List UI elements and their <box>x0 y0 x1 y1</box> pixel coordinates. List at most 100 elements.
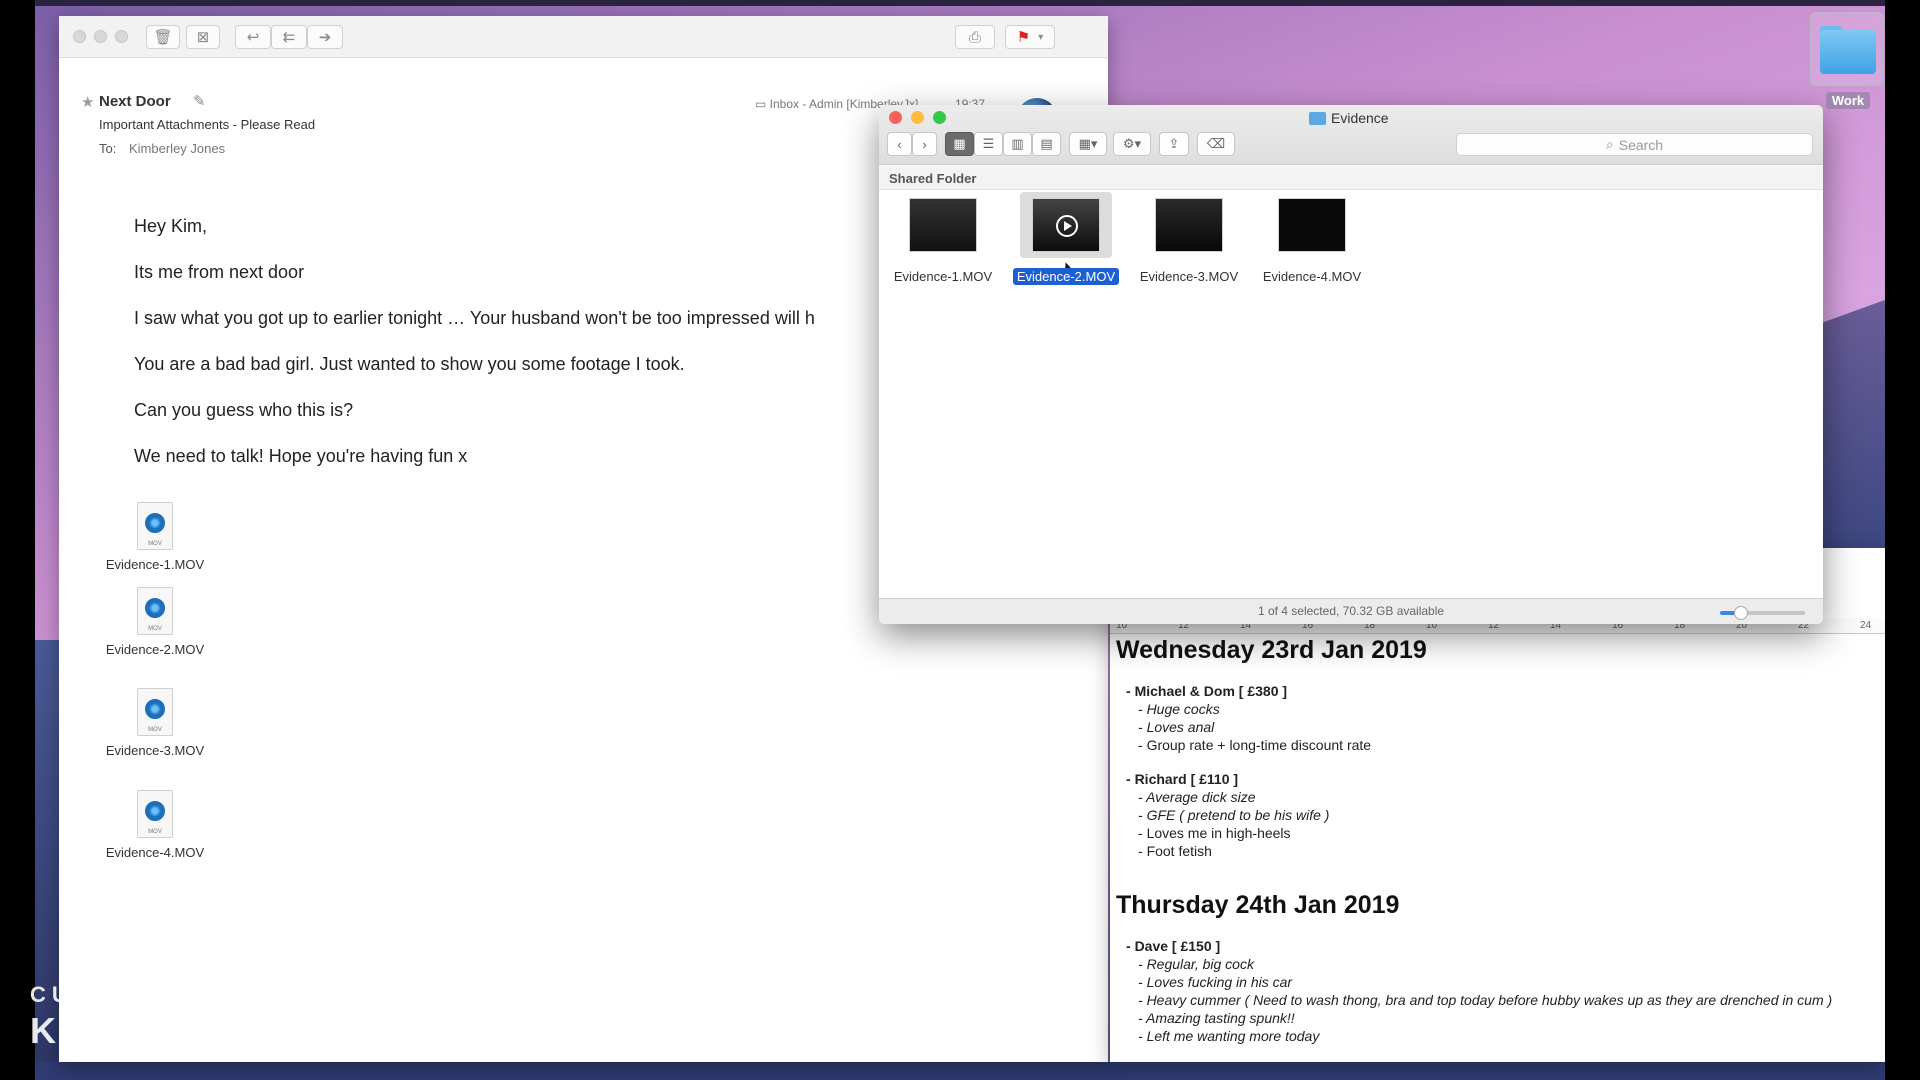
folder-icon <box>1309 111 1326 125</box>
entry-line-text: Regular, big cock <box>1146 956 1254 972</box>
file-item-evidence-2[interactable]: Evidence-2.MOV <box>1006 192 1126 286</box>
close-button[interactable] <box>889 111 902 124</box>
entry-line-text: Loves fucking in his car <box>1146 974 1293 990</box>
quicktime-icon: MOV <box>137 688 173 736</box>
attachment-evidence-2[interactable]: MOV Evidence-2.MOV <box>100 587 210 658</box>
back-icon: ‹ <box>897 136 902 152</box>
reply-icon: ↩ <box>246 29 260 46</box>
icon-view-icon: ▦ <box>953 136 966 151</box>
minimize-button[interactable] <box>911 111 924 124</box>
reply-all-button[interactable]: ⇇ <box>271 25 307 49</box>
junk-button[interactable]: ⊠ <box>186 25 220 49</box>
entry-heading: - Richard [ £110 ] <box>1126 771 1239 787</box>
mail-window-controls <box>73 30 128 43</box>
entry-line-text: GFE ( pretend to be his wife ) <box>1146 807 1330 823</box>
file-name: Evidence-3.MOV <box>1139 269 1239 284</box>
chevron-down-icon: ▾ <box>1038 31 1044 43</box>
quicktime-icon: MOV <box>137 790 173 838</box>
attachment-icon: ✎ <box>193 93 206 110</box>
maximize-button[interactable] <box>115 30 128 43</box>
file-item-evidence-4[interactable]: Evidence-4.MOV <box>1252 198 1372 286</box>
star-icon[interactable]: ★ <box>81 93 94 111</box>
mov-badge: MOV <box>148 829 162 835</box>
search-input[interactable]: ⌕ Search <box>1456 133 1813 156</box>
list-view-button[interactable]: ☰ <box>974 132 1003 156</box>
entry-line: - Regular, big cock <box>1138 956 1254 972</box>
entry-line: - Huge cocks <box>1138 701 1220 717</box>
gear-icon: ⚙▾ <box>1122 136 1142 151</box>
entry-line-text: Heavy cummer ( Need to wash thong, bra a… <box>1146 992 1833 1008</box>
group-button[interactable]: ▦▾ <box>1069 132 1107 156</box>
entry-heading: - Michael & Dom [ £380 ] <box>1126 683 1288 699</box>
attachment-evidence-4[interactable]: MOV Evidence-4.MOV <box>100 790 210 861</box>
finder-toolbar: Evidence ‹ › ▦ ☰ ▥ ▤ ▦▾ ⚙▾ ⇪ ⌫ ⌕ Search <box>879 105 1823 165</box>
icon-view-button[interactable]: ▦ <box>945 132 974 156</box>
entry-line: - Average dick size <box>1138 789 1256 805</box>
file-name: Evidence-1.MOV <box>893 269 993 284</box>
close-button[interactable] <box>73 30 86 43</box>
desktop: 🗑 ⊠ ↩ ⇇ ➔ ⎙ ⚑ ▾ ★ Next Door ✎ Important … <box>35 0 1885 1080</box>
share-icon: ⇪ <box>1168 136 1180 151</box>
video-thumbnail <box>1032 198 1100 252</box>
entry-heading-text: Dave [ £150 ] <box>1134 938 1221 954</box>
print-icon: ⎙ <box>968 28 981 46</box>
quicktime-icon: MOV <box>137 587 173 635</box>
flag-button[interactable]: ⚑ ▾ <box>1005 25 1055 49</box>
watermark-line2: KIMBERLEYJX <box>30 1010 331 1051</box>
tag-button[interactable]: ⌫ <box>1197 132 1235 156</box>
watermark: CUSTOM VIDEO BY KIMBERLEYJX <box>30 982 330 1052</box>
finder-title: Evidence <box>1309 110 1389 126</box>
file-item-evidence-1[interactable]: Evidence-1.MOV <box>883 198 1003 286</box>
minimize-button[interactable] <box>94 30 107 43</box>
desktop-folder-work[interactable]: Work <box>1810 12 1885 110</box>
reply-all-icon: ⇇ <box>282 29 296 46</box>
play-icon[interactable] <box>1056 215 1078 237</box>
finder-window-controls <box>889 111 946 124</box>
video-thumbnail <box>909 198 977 252</box>
message-subject: Important Attachments - Please Read <box>99 117 316 132</box>
file-name: Evidence-2.MOV <box>1012 268 1120 285</box>
entry-heading-text: Michael & Dom [ £380 ] <box>1134 683 1288 699</box>
action-button[interactable]: ⚙▾ <box>1113 132 1151 156</box>
day1-heading: Wednesday 23rd Jan 2019 <box>1116 636 1427 664</box>
flag-icon: ⚑ <box>1016 29 1031 46</box>
forward-nav-button[interactable]: › <box>912 132 937 156</box>
print-button[interactable]: ⎙ <box>955 25 995 49</box>
entry-line: - Group rate + long-time discount rate <box>1138 737 1372 753</box>
reply-button[interactable]: ↩ <box>235 25 271 49</box>
search-placeholder: Search <box>1618 136 1664 153</box>
column-view-button[interactable]: ▥ <box>1003 132 1032 156</box>
file-item-evidence-3[interactable]: Evidence-3.MOV <box>1129 198 1249 286</box>
mov-badge: MOV <box>148 727 162 733</box>
watermark-line1: CUSTOM VIDEO BY <box>30 982 327 1007</box>
video-thumbnail <box>1278 198 1346 252</box>
wallpaper-bottom <box>35 1062 1885 1080</box>
mail-toolbar: 🗑 ⊠ ↩ ⇇ ➔ ⎙ ⚑ ▾ <box>59 16 1108 58</box>
mailbox-icon: ▭ <box>755 97 770 111</box>
quicktime-icon: MOV <box>137 502 173 550</box>
back-button[interactable]: ‹ <box>887 132 912 156</box>
forward-icon: ➔ <box>318 29 332 46</box>
icon-size-slider[interactable] <box>1720 606 1805 620</box>
maximize-button[interactable] <box>933 111 946 124</box>
body-line: Its me from next door <box>134 262 305 282</box>
attachment-name: Evidence-3.MOV <box>105 743 205 758</box>
finder-window: Evidence ‹ › ▦ ☰ ▥ ▤ ▦▾ ⚙▾ ⇪ ⌫ ⌕ Search … <box>879 105 1823 624</box>
attachment-name: Evidence-2.MOV <box>105 642 205 657</box>
entry-heading-text: Richard [ £110 ] <box>1134 771 1239 787</box>
attachment-evidence-1[interactable]: MOV Evidence-1.MOV <box>100 502 210 573</box>
entry-line: - Loves anal <box>1138 719 1215 735</box>
entry-line: - Loves me in high-heels <box>1138 825 1291 841</box>
notes-document: 10 12 14 16 18 10 12 14 16 18 20 22 24 W… <box>1110 548 1885 1062</box>
attachment-name: Evidence-1.MOV <box>105 557 205 572</box>
mov-badge: MOV <box>148 541 162 547</box>
attachment-evidence-3[interactable]: MOV Evidence-3.MOV <box>100 688 210 759</box>
body-line: You are a bad bad girl. Just wanted to s… <box>134 354 685 374</box>
entry-line-text: Group rate + long-time discount rate <box>1146 737 1372 753</box>
entry-line-text: Left me wanting more today <box>1146 1028 1320 1044</box>
share-button[interactable]: ⇪ <box>1159 132 1189 156</box>
file-name: Evidence-4.MOV <box>1262 269 1362 284</box>
forward-button[interactable]: ➔ <box>307 25 343 49</box>
cover-flow-button[interactable]: ▤ <box>1032 132 1061 156</box>
delete-button[interactable]: 🗑 <box>146 25 180 49</box>
